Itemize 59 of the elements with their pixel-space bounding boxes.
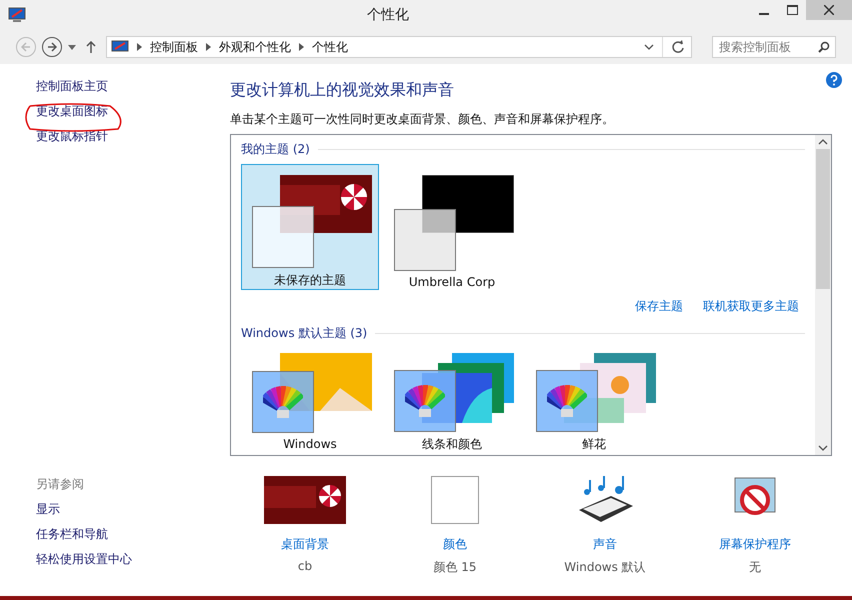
up-arrow-icon[interactable] bbox=[86, 41, 96, 53]
setting-value: 颜色 15 bbox=[433, 559, 477, 576]
theme-tile[interactable]: 鲜花 bbox=[525, 348, 663, 454]
setting-link[interactable]: 颜色 bbox=[443, 536, 467, 553]
setting-link[interactable]: 屏幕保护程序 bbox=[719, 536, 791, 553]
control-panel-icon bbox=[111, 40, 129, 54]
search-icon bbox=[818, 41, 830, 53]
maximize-icon bbox=[786, 5, 798, 15]
close-icon bbox=[824, 5, 834, 15]
see-also-link[interactable]: 显示 bbox=[36, 497, 230, 522]
setting-value: Windows 默认 bbox=[564, 559, 646, 576]
theme-action-link[interactable]: 保存主题 bbox=[635, 298, 683, 315]
setting-link[interactable]: 桌面背景 bbox=[281, 536, 329, 553]
theme-tile[interactable]: 线条和颜色 bbox=[383, 348, 521, 454]
theme-name: 鲜花 bbox=[582, 436, 606, 453]
setting-link[interactable]: 声音 bbox=[593, 536, 617, 553]
search-field[interactable]: 搜索控制面板 bbox=[712, 36, 836, 58]
breadcrumb-chevron-icon bbox=[299, 43, 304, 51]
theme-name: 未保存的主题 bbox=[274, 272, 346, 289]
description-text: 单击某个主题可一次性同时更改桌面背景、颜色、声音和屏幕保护程序。 bbox=[230, 111, 615, 128]
theme-name: Windows bbox=[283, 437, 337, 451]
sidebar-link[interactable]: 更改桌面图标 bbox=[36, 99, 230, 124]
close-button[interactable] bbox=[806, 0, 852, 20]
sidebar-link[interactable]: 控制面板主页 bbox=[36, 74, 230, 99]
scrollbar-thumb[interactable] bbox=[816, 149, 830, 289]
theme-name: 线条和颜色 bbox=[422, 436, 482, 453]
theme-tile[interactable]: Umbrella Corp bbox=[383, 164, 521, 290]
see-also-link[interactable]: 任务栏和导航 bbox=[36, 522, 230, 547]
see-also-link[interactable]: 轻松使用设置中心 bbox=[36, 547, 230, 572]
breadcrumb-item[interactable]: 外观和个性化 bbox=[219, 38, 291, 56]
back-arrow-icon bbox=[21, 42, 31, 52]
setting-value: 无 bbox=[749, 559, 761, 576]
theme-name: Umbrella Corp bbox=[408, 275, 496, 289]
minimize-icon bbox=[759, 13, 769, 15]
theme-action-link[interactable]: 联机获取更多主题 bbox=[703, 298, 799, 315]
address-bar[interactable]: 控制面板 外观和个性化 个性化 bbox=[106, 36, 692, 58]
control-panel-icon bbox=[8, 7, 26, 23]
breadcrumb-chevron-icon bbox=[137, 43, 142, 51]
help-icon[interactable] bbox=[826, 72, 842, 88]
theme-tile[interactable]: 未保存的主题 bbox=[241, 164, 379, 290]
breadcrumb-item[interactable]: 控制面板 bbox=[150, 38, 198, 56]
setting-value: cb bbox=[298, 559, 312, 573]
group-title: Windows 默认主题 (3) bbox=[241, 325, 368, 342]
window-color-swatch bbox=[394, 209, 456, 271]
theme-tile[interactable]: Windows bbox=[241, 348, 379, 454]
page-heading: 更改计算机上的视觉效果和声音 bbox=[230, 80, 455, 101]
group-title: 我的主题 (2) bbox=[241, 141, 310, 158]
breadcrumb-chevron-icon bbox=[206, 43, 211, 51]
refresh-icon[interactable] bbox=[671, 40, 685, 54]
scrollbar[interactable] bbox=[815, 135, 831, 455]
forward-arrow-icon bbox=[47, 42, 57, 52]
dropdown-chevron-icon[interactable] bbox=[644, 44, 654, 50]
window-title: 个性化 bbox=[367, 6, 409, 24]
breadcrumb-item[interactable]: 个性化 bbox=[312, 38, 348, 56]
window-color-swatch bbox=[252, 206, 314, 268]
see-also-heading: 另请参阅 bbox=[36, 476, 85, 493]
color-swatch-icon bbox=[431, 476, 479, 524]
dropdown-caret-icon[interactable] bbox=[68, 44, 76, 50]
forward-button[interactable] bbox=[42, 37, 62, 57]
